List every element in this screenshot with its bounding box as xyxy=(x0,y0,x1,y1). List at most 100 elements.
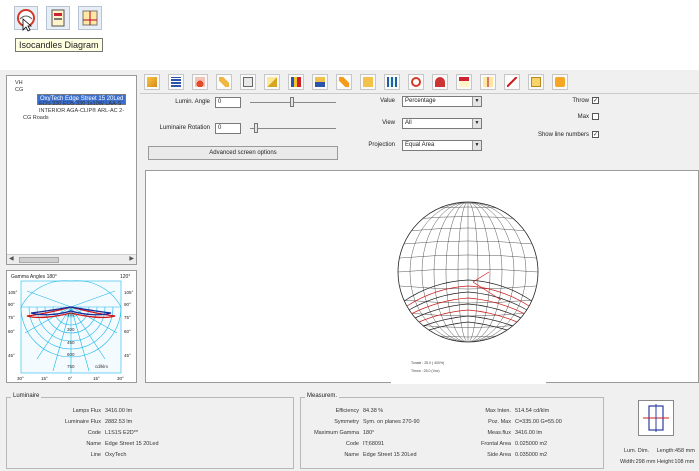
throw-checkbox[interactable]: ✓ xyxy=(592,97,599,104)
luminaire-row: Luminaire Flux 2882.53 lm xyxy=(64,419,133,425)
view-select[interactable]: All ▼ xyxy=(402,118,482,129)
isocandle-diagram: Tonale : 25.0 ( 400%) Throw : 25.0 (Vox) xyxy=(391,174,546,384)
tree-horizontal-scrollbar[interactable]: ◀ ▶ xyxy=(7,254,136,264)
tree-node-cg-roads[interactable]: CG Roads xyxy=(23,115,49,122)
polar-right-tick-2: 90° xyxy=(124,302,131,307)
value-select-text: Percentage xyxy=(405,98,436,104)
lumin-angle-slider[interactable] xyxy=(250,97,336,108)
bars-icon[interactable] xyxy=(288,74,304,90)
tree-node-eos[interactable]: EOS 330 EOS 330 1x10W LAA-S xyxy=(39,101,121,108)
projection-select[interactable]: Equal Area ▼ xyxy=(402,140,482,151)
polar-right-tick-1: 105° xyxy=(124,290,134,295)
measurem-row: Frontal Area 0.025000 m2 xyxy=(481,441,548,447)
folder-icon[interactable] xyxy=(360,74,376,90)
luminaire-row: Name Edge Street 15 20Led xyxy=(86,441,159,447)
graph-icon[interactable] xyxy=(264,74,280,90)
polar-diagram-panel: Gamma Angles 180° 120° 105° 90° 75° 60° … xyxy=(6,270,137,383)
polar-left-tick-2: 90° xyxy=(8,302,15,307)
view-select-text: All xyxy=(405,120,412,126)
value-label: Value xyxy=(380,98,395,104)
cone-icon[interactable] xyxy=(216,74,232,90)
luminaire-rotation-input[interactable]: 0 xyxy=(215,123,241,134)
polar-right-tick-4: 60° xyxy=(124,329,131,334)
application-window: VH CG OxyTech Edge Street 15 20Led EOS 3… xyxy=(0,70,699,471)
lumin-angle-slider-knob[interactable] xyxy=(290,97,294,107)
tree-node-interior[interactable]: INTERIOR AGA-CLIP® ARL-AC 2- xyxy=(39,108,124,115)
dimension-size: Width:298 mm Height:108 mm xyxy=(620,459,695,465)
max-label: Max xyxy=(577,114,589,120)
tree-node-vh[interactable]: VH xyxy=(15,80,23,87)
curve-icon[interactable] xyxy=(504,74,520,90)
triangle-icon[interactable] xyxy=(336,74,352,90)
max-checkbox[interactable] xyxy=(592,113,599,120)
luminaire-rotation-slider-knob[interactable] xyxy=(254,123,258,133)
dimension-length: Length:458 mm xyxy=(656,448,695,454)
polar-left-tick-3: 75° xyxy=(8,315,15,320)
crosshair-icon[interactable] xyxy=(480,74,496,90)
chevron-down-icon[interactable]: ▼ xyxy=(472,97,481,106)
pencil-icon[interactable] xyxy=(144,74,160,90)
polar-diagram: Gamma Angles 180° 120° 105° 90° 75° 60° … xyxy=(7,271,136,382)
measurem-row: Efficiency 84.38 % xyxy=(335,408,384,414)
polar-radial-600: 600 xyxy=(67,352,75,357)
throw-label: Throw xyxy=(572,98,589,104)
diagram-viewer[interactable]: Tonale : 25.0 ( 400%) Throw : 25.0 (Vox) xyxy=(145,170,699,384)
scrollbar-thumb[interactable] xyxy=(19,257,59,263)
lumin-angle-label: Lumin. Angle xyxy=(175,99,210,105)
measurem-row: Symmetry Sym. on planes 270-90 xyxy=(334,419,420,425)
measurem-row: Name Edge Street 15 20Led xyxy=(344,452,417,458)
polar-right-tick-3: 75° xyxy=(124,315,131,320)
info-panel: Luminaire Lamps Flux 3416.00 lm Luminaire… xyxy=(0,388,699,471)
scroll-left-icon[interactable]: ◀ xyxy=(9,255,14,262)
show-line-numbers-label: Show line numbers xyxy=(537,132,589,138)
isocandle-diagram-svg: Tonale : 25.0 ( 400%) Throw : 25.0 (Vox) xyxy=(397,201,539,373)
sector-icon[interactable] xyxy=(312,74,328,90)
dimension-row: Lum. Dim. Length:458 mm xyxy=(624,448,695,454)
measurem-row: Max Inten. 514.54 cd/klm xyxy=(485,408,550,414)
luminaire-tree[interactable]: VH CG OxyTech Edge Street 15 20Led EOS 3… xyxy=(6,75,137,265)
luminaire-rotation-slider[interactable] xyxy=(250,123,336,134)
measurem-group-title: Measurem. xyxy=(305,393,340,399)
scroll-right-icon[interactable]: ▶ xyxy=(129,255,134,262)
chevron-down-icon[interactable]: ▼ xyxy=(472,141,481,150)
tooltip: Isocandles Diagram xyxy=(15,38,103,52)
lumin-angle-input[interactable]: 0 xyxy=(215,97,241,108)
polar-right-tick-5: 45° xyxy=(124,353,131,358)
polar-bottom-tick-1: 30° xyxy=(17,376,24,381)
report-toolbar-icon[interactable] xyxy=(456,74,472,90)
luminaire-row: Code L1S1S E2D** xyxy=(87,430,139,436)
polar-bottom-tick-5: 30° xyxy=(117,376,124,381)
polar-right-label: 120° xyxy=(120,274,130,280)
luminaire-row: Lamps Flux 3416.00 lm xyxy=(72,408,133,414)
show-line-numbers-checkbox[interactable]: ✓ xyxy=(592,131,599,138)
luminaire-group-title: Luminaire xyxy=(11,393,42,399)
advanced-screen-options-button[interactable]: Advanced screen options xyxy=(148,146,338,160)
isocandle-diagram-icon[interactable] xyxy=(408,74,424,90)
tree-node-cg[interactable]: CG xyxy=(15,87,23,94)
main-toolbar xyxy=(140,72,699,94)
polar-header: Gamma Angles 180° xyxy=(11,274,57,280)
dimension-label: Lum. Dim. xyxy=(624,448,650,454)
projection-label: Projection xyxy=(368,142,395,148)
polar-left-tick-1: 105° xyxy=(8,290,18,295)
lamp-icon[interactable] xyxy=(192,74,208,90)
export-icon[interactable] xyxy=(552,74,568,90)
polar-left-tick-4: 60° xyxy=(8,329,15,334)
value-select[interactable]: Percentage ▼ xyxy=(402,96,482,107)
chevron-down-icon[interactable]: ▼ xyxy=(472,119,481,128)
document-icon[interactable] xyxy=(240,74,256,90)
table-icon[interactable] xyxy=(168,74,184,90)
polar-radial-750: 750 xyxy=(67,364,75,369)
luminaire-group: Luminaire Lamps Flux 3416.00 lm Luminaire… xyxy=(6,393,294,469)
measurem-row: Maximum Gamma 180° xyxy=(314,430,375,436)
measurem-row: Code IT;68091 xyxy=(345,441,385,447)
measurem-row: Poz. Max C=335.00 G=55.00 xyxy=(488,419,562,425)
chart-icon[interactable] xyxy=(78,6,102,30)
frame-icon[interactable] xyxy=(528,74,544,90)
dome-icon[interactable] xyxy=(432,74,448,90)
polar-left-tick-5: 45° xyxy=(8,353,15,358)
zoomed-toolbar: Isocandles Diagram xyxy=(0,0,699,60)
polar-bottom-tick-2: 15° xyxy=(41,376,48,381)
report-icon[interactable] xyxy=(46,6,70,30)
grid-icon[interactable] xyxy=(384,74,400,90)
